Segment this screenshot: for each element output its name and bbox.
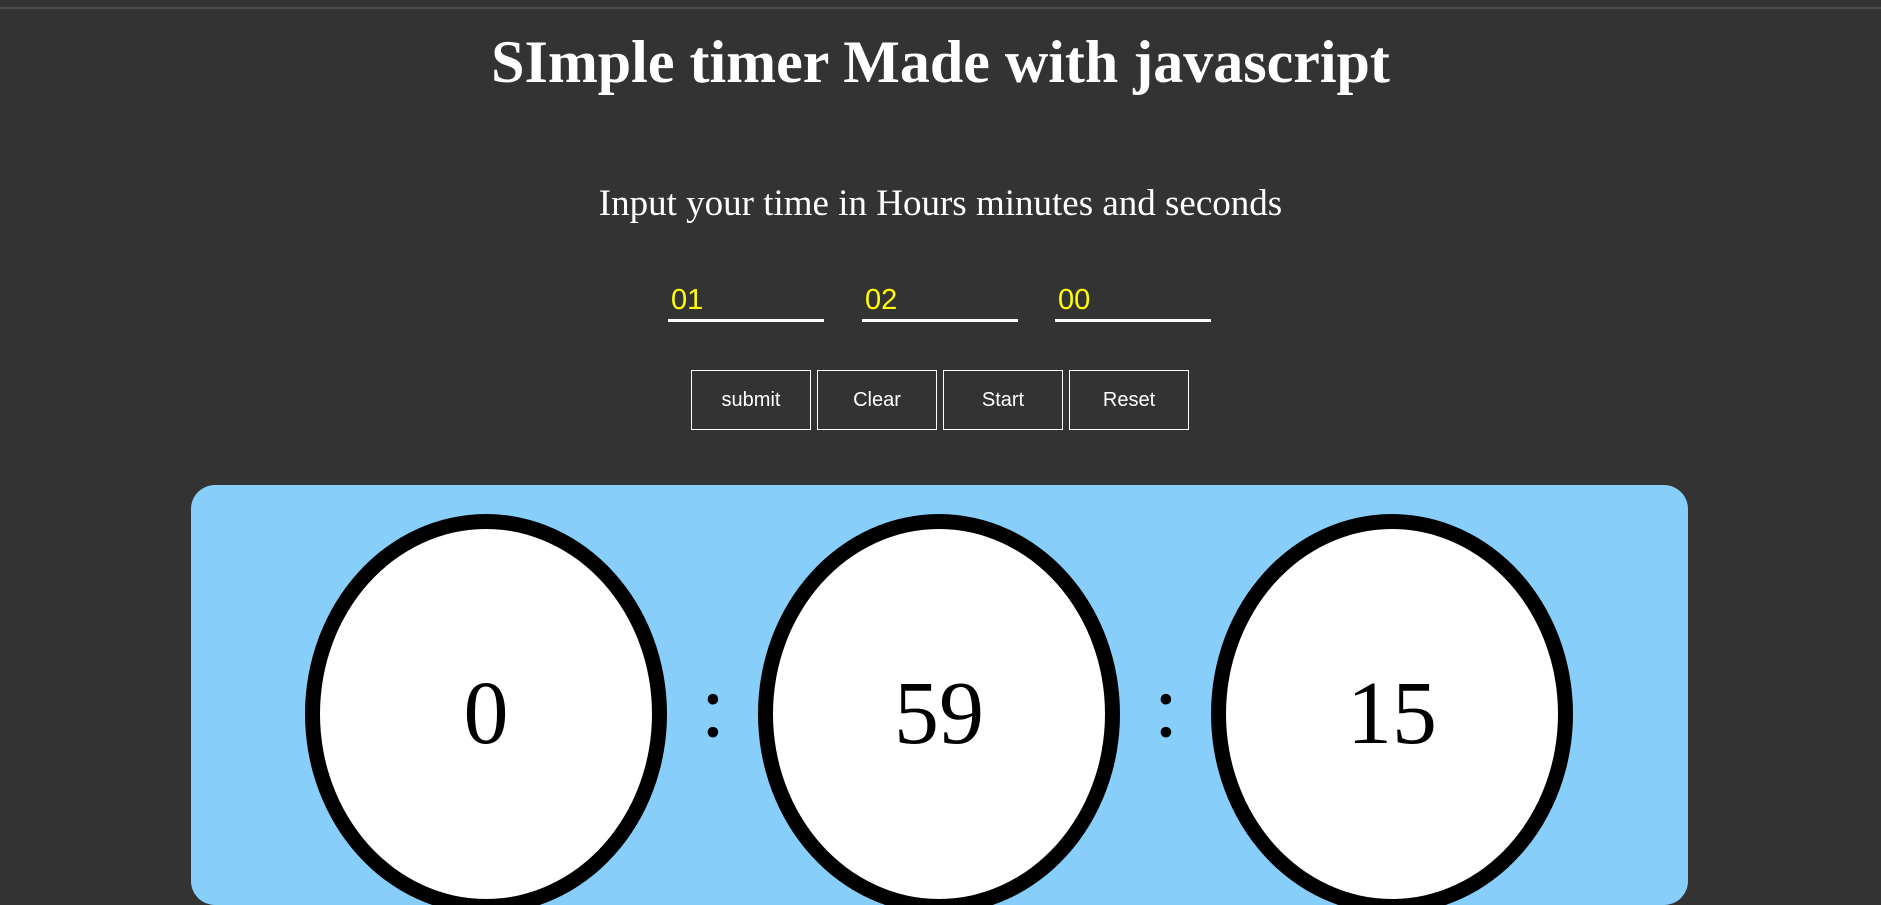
hours-value: 0	[463, 664, 509, 763]
hours-input[interactable]	[668, 282, 824, 322]
start-button[interactable]: Start	[943, 370, 1063, 430]
separator-minutes-seconds: :	[1153, 657, 1179, 756]
hours-display: 0	[305, 514, 667, 905]
seconds-display: 15	[1211, 514, 1573, 905]
page-title: SImple timer Made with javascript	[491, 29, 1390, 95]
seconds-input[interactable]	[1055, 282, 1211, 322]
separator-hours-minutes: :	[700, 657, 726, 756]
seconds-value: 15	[1347, 664, 1437, 763]
submit-button[interactable]: submit	[691, 370, 811, 430]
minutes-display: 59	[758, 514, 1120, 905]
instructions-text: Input your time in Hours minutes and sec…	[598, 183, 1283, 224]
minutes-input[interactable]	[862, 282, 1018, 322]
timer-display-panel: 0 : 59 : 15	[191, 485, 1688, 905]
reset-button[interactable]: Reset	[1069, 370, 1189, 430]
clear-button[interactable]: Clear	[817, 370, 937, 430]
top-divider	[0, 7, 1881, 9]
minutes-value: 59	[894, 664, 984, 763]
